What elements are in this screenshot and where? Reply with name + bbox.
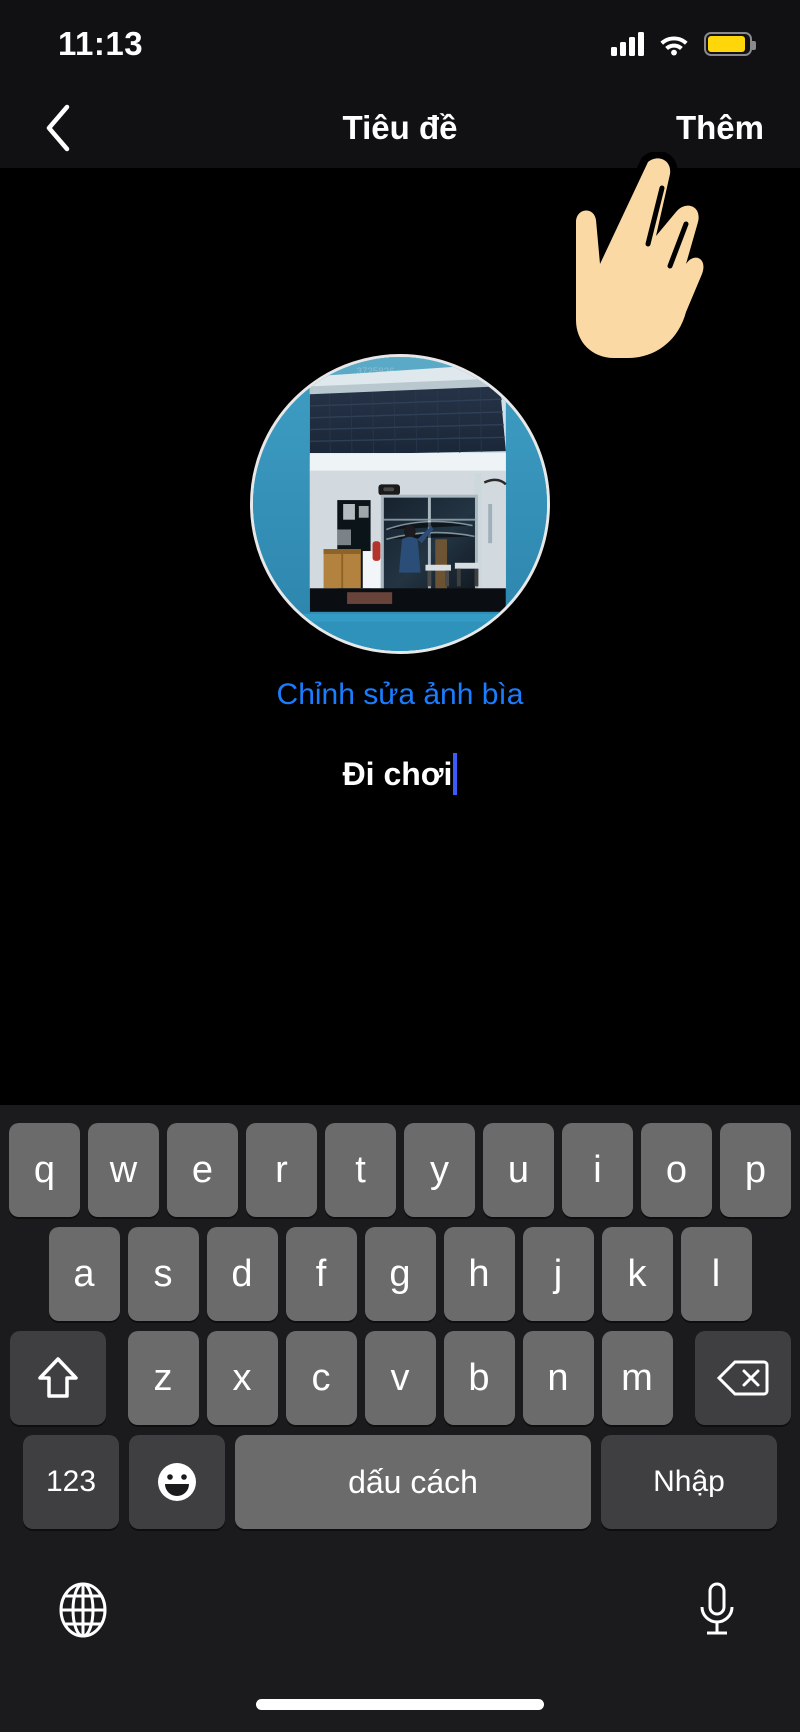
key-i[interactable]: i [562,1123,633,1217]
key-h[interactable]: h [443,1227,515,1321]
key-o[interactable]: o [641,1123,712,1217]
wifi-icon [660,36,688,56]
key-w[interactable]: w [88,1123,159,1217]
emoji-key[interactable] [129,1435,225,1529]
key-e[interactable]: e [167,1123,238,1217]
key-f[interactable]: f [285,1227,357,1321]
key-c[interactable]: c [285,1331,357,1425]
globe-language-button[interactable] [48,1575,118,1645]
key-l[interactable]: l [680,1227,752,1321]
key-b[interactable]: b [443,1331,515,1425]
key-v[interactable]: v [364,1331,436,1425]
key-j[interactable]: j [522,1227,594,1321]
shift-key[interactable] [9,1331,106,1425]
edit-cover-link[interactable]: Chỉnh sửa ảnh bìa [0,678,800,712]
key-z[interactable]: z [127,1331,199,1425]
keyboard-bottom-bar [0,1547,800,1732]
cellular-signal-icon [611,32,644,56]
key-x[interactable]: x [206,1331,278,1425]
key-q[interactable]: q [9,1123,80,1217]
text-caret [453,753,458,795]
backspace-delete-icon [716,1360,768,1396]
numeric-mode-key[interactable]: 123 [23,1435,119,1529]
backspace-key[interactable] [694,1331,791,1425]
emoji-smiley-icon [158,1463,196,1501]
home-indicator [256,1699,544,1710]
status-bar: 11:13 [0,0,800,88]
microphone-dictation-icon [700,1582,734,1635]
key-n[interactable]: n [522,1331,594,1425]
space-key[interactable]: dấu cách [235,1435,591,1529]
key-p[interactable]: p [720,1123,791,1217]
avatar-photo: ..3725826 [253,357,547,651]
keyboard-row-1: q w e r t y u i o p [0,1105,800,1217]
key-a[interactable]: a [48,1227,120,1321]
key-t[interactable]: t [325,1123,396,1217]
microphone-dictation-button[interactable] [682,1575,752,1645]
status-bar-time: 11:13 [58,25,144,62]
battery-icon [704,32,756,56]
status-bar-indicators [611,32,756,56]
keyboard-row-2: a s d f g h j k l [0,1217,800,1321]
more-button[interactable]: Thêm [676,88,764,168]
key-y[interactable]: y [404,1123,475,1217]
key-r[interactable]: r [246,1123,317,1217]
key-u[interactable]: u [483,1123,554,1217]
key-m[interactable]: m [601,1331,673,1425]
title-input-value: Đi chơi [342,755,453,792]
shift-arrow-icon [37,1357,78,1398]
album-cover-avatar[interactable]: ..3725826 [250,354,550,654]
key-d[interactable]: d [206,1227,278,1321]
keyboard-row-3: z x c v b n m [0,1321,800,1425]
phone-screen: 11:13 Tiêu đề Thêm ..3725826 Chỉnh sửa ả… [0,0,800,1732]
key-s[interactable]: s [127,1227,199,1321]
title-input-field[interactable]: Đi chơi [0,753,800,795]
globe-language-icon [59,1582,107,1638]
keyboard-row-4: 123 dấu cách Nhập [0,1425,800,1529]
chevron-left-icon [46,104,70,152]
key-g[interactable]: g [364,1227,436,1321]
content-area: ..3725826 Chỉnh sửa ảnh bìa Đi chơi [0,168,800,1105]
onscreen-keyboard: q w e r t y u i o p a s d f g h j k l z … [0,1105,800,1732]
key-k[interactable]: k [601,1227,673,1321]
back-button[interactable] [20,88,96,168]
enter-key[interactable]: Nhập [601,1435,777,1529]
navigation-bar: Tiêu đề Thêm [0,88,800,168]
